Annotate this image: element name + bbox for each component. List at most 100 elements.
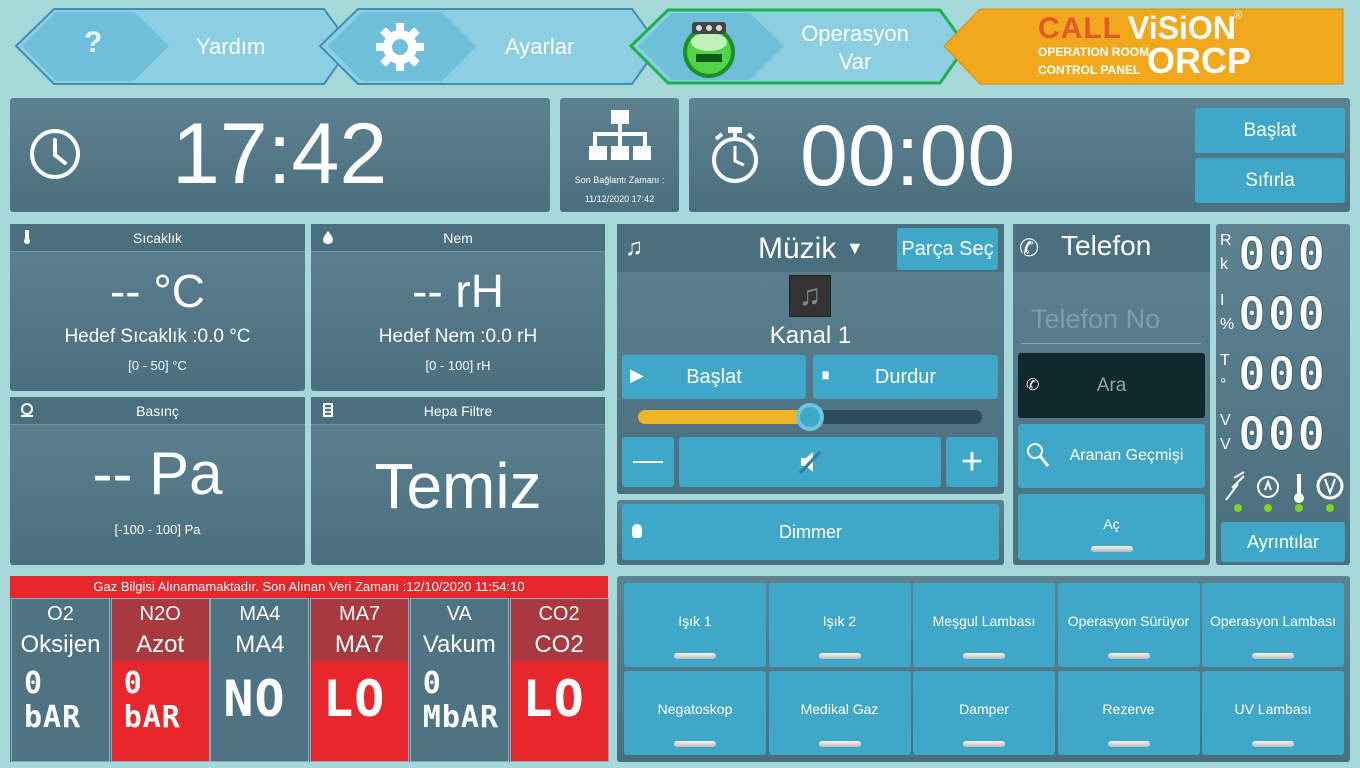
magnifier-icon [1027, 443, 1050, 467]
call-history-button[interactable]: Aranan Geçmişi [1018, 424, 1205, 488]
volume-slider-knob[interactable] [796, 403, 824, 431]
gas-name: CO2 [510, 629, 608, 661]
pressure-title: Basınç [136, 402, 179, 419]
gas-name: Azot [111, 629, 209, 661]
help-button[interactable]: ? Yardım [14, 8, 352, 85]
music-play-button[interactable]: ▶ Başlat [622, 355, 806, 399]
play-icon: ▶ [630, 365, 644, 385]
gas-reading-unit: MbAR [422, 700, 500, 735]
operation-status-button[interactable]: Operasyon Var [628, 8, 968, 85]
light-indicator [674, 741, 716, 747]
meter-unit-1: R [1220, 232, 1232, 249]
clock-time: 17:42 [172, 106, 388, 202]
gas-reading-value: 0 [422, 666, 442, 701]
stopwatch-reset-button[interactable]: Sıfırla [1195, 158, 1345, 203]
light-toggle-button[interactable]: Negatoskop [624, 671, 766, 755]
mute-button[interactable] [679, 437, 941, 487]
call-button[interactable]: ✆ Ara [1018, 353, 1205, 418]
gas-code: MA7 [311, 599, 409, 629]
stopwatch-start-button[interactable]: Başlat [1195, 108, 1345, 153]
light-indicator [963, 741, 1005, 747]
mute-icon [798, 450, 822, 475]
meter-unit-2: V [1220, 436, 1231, 453]
gas-code: O2 [12, 599, 109, 629]
humidity-value: -- rH [412, 265, 504, 317]
music-stop-button[interactable]: ⏸ Durdur [813, 355, 998, 399]
humidity-title: Nem [443, 229, 473, 246]
light-indicator [1107, 741, 1150, 747]
light-label: Operasyon Sürüyor [1067, 613, 1190, 629]
light-toggle-button[interactable]: UV Lambası [1202, 671, 1344, 755]
phone-open-indicator [1090, 546, 1133, 552]
dimmer-panel: Dimmer [617, 500, 1004, 565]
volume-down-button[interactable] [622, 437, 674, 487]
light-label: Damper [959, 701, 1009, 717]
phone-number-input[interactable] [1021, 296, 1201, 344]
phone-open-button[interactable]: Aç [1018, 494, 1205, 560]
light-toggle-button[interactable]: Işık 2 [768, 583, 911, 667]
select-track-button[interactable]: Parça Seç [897, 228, 998, 270]
light-indicator [674, 653, 716, 659]
light-label: Işık 1 [678, 613, 712, 629]
volume-slider-track[interactable] [638, 403, 982, 431]
light-toggle-button[interactable]: Rezerve [1057, 671, 1200, 755]
music-title: Müzik [758, 232, 837, 265]
temperature-range: [0 - 50] °C [128, 358, 187, 373]
thermometer-icon [24, 230, 30, 244]
light-toggle-button[interactable]: Damper [913, 671, 1055, 755]
temperature-panel: Sıcaklık -- °C Hedef Sıcaklık :0.0 °C [0… [10, 224, 305, 391]
gas-name: MA4 [211, 629, 309, 661]
gas-column: N2O Azot 0 bAR [110, 598, 210, 762]
gas-name: MA7 [311, 629, 409, 661]
gear-icon [376, 23, 424, 71]
settings-button[interactable]: Ayarlar [318, 8, 660, 85]
music-dropdown-icon[interactable]: ▼ [846, 238, 864, 259]
meter-unit-2: ° [1220, 376, 1227, 393]
gas-reading: 0 bAR [12, 661, 109, 761]
gas-reading-value: 0 [24, 666, 44, 701]
phone-ring-icon: ✆ [1019, 235, 1040, 262]
droplet-icon [323, 231, 333, 244]
dimmer-button[interactable]: Dimmer [622, 504, 999, 560]
gas-warning: Gaz Bilgisi Alınamamaktadır. Son Alınan … [10, 576, 608, 598]
gas-column: CO2 CO2 LO [509, 598, 609, 762]
volume-slider-fill [638, 410, 810, 424]
hepa-title: Hepa Filtre [423, 402, 493, 419]
light-toggle-button[interactable]: Operasyon Lambası [1202, 583, 1344, 667]
call-label: Ara [1096, 374, 1127, 396]
light-indicator [818, 653, 861, 659]
gas-reading: LO [311, 661, 408, 761]
gas-code: CO2 [510, 599, 608, 629]
pressure-range: [-100 - 100] Pa [114, 522, 201, 537]
light-toggle-button[interactable]: Operasyon Sürüyor [1057, 583, 1200, 667]
clock-panel: 17:42 [10, 98, 550, 212]
meter-row: Rk 000 [1216, 226, 1350, 284]
meter-row: V V 000 [1216, 406, 1350, 464]
bulb-icon [632, 524, 642, 538]
light-indicator [963, 653, 1005, 659]
status-leds [1234, 504, 1334, 512]
light-toggle-button[interactable]: Meşgul Lambası [913, 583, 1055, 667]
light-indicator [818, 741, 861, 747]
music-panel: ♫ Müzik ▼ Parça Seç ♫ Kanal 1 ▶ Başlat ⏸… [617, 224, 1004, 494]
pressure-header: Basınç [10, 397, 305, 425]
gas-reading: LO [511, 661, 608, 761]
light-toggle-button[interactable]: Medikal Gaz [768, 671, 911, 755]
gas-reading-unit: bAR [24, 700, 82, 735]
meter-value: 000 [1237, 227, 1328, 281]
minus-icon [633, 461, 663, 463]
gas-name: Vakum [410, 629, 508, 661]
volume-up-button[interactable]: + [946, 437, 998, 487]
hepa-status: Temiz [374, 450, 542, 522]
light-toggle-button[interactable]: Işık 1 [624, 583, 766, 667]
meter-value: 000 [1237, 347, 1328, 401]
meter-value: 000 [1237, 407, 1328, 461]
phone-title: Telefon [1061, 230, 1152, 261]
gas-column: VA Vakum 0 MbAR [409, 598, 509, 762]
stopwatch-panel: 00:00 Başlat Sıfırla [689, 98, 1350, 212]
light-indicator [1252, 653, 1294, 659]
channel-label: Kanal 1 [769, 322, 852, 349]
surgical-light-icon [683, 22, 735, 78]
details-button[interactable]: Ayrıntılar [1221, 522, 1345, 562]
gas-code: VA [410, 599, 508, 629]
